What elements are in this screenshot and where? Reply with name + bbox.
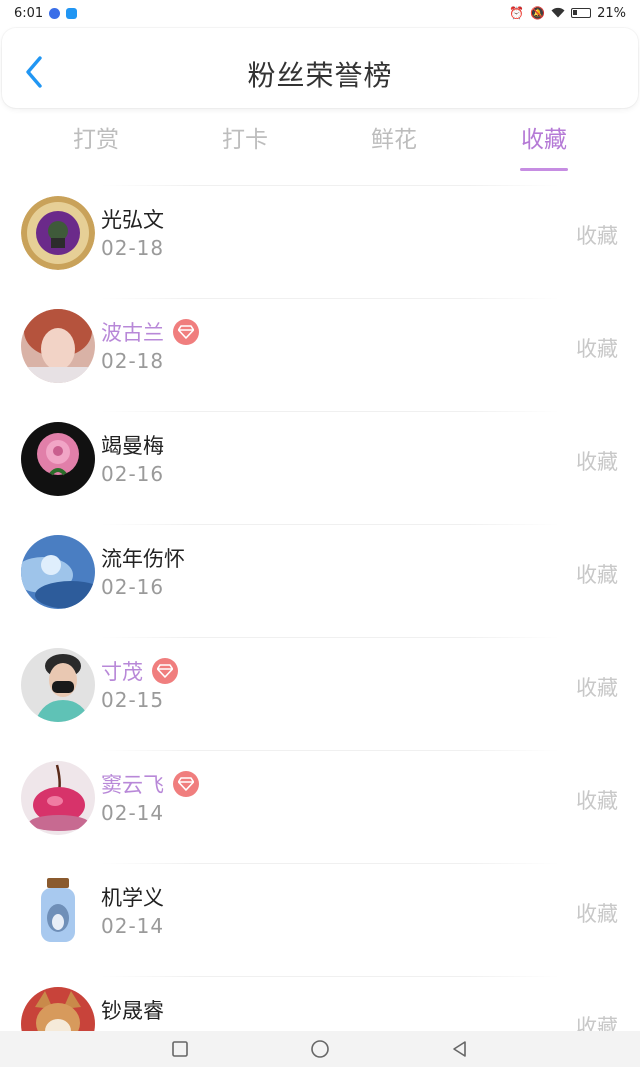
avatar[interactable] [21,874,95,948]
divider [100,750,560,751]
name-line: 寸茂 [101,656,178,686]
fan-list: 光弘文 02-18 收藏 波古兰 02-18 收藏 竭曼梅 02-16 收藏 流… [0,180,640,1067]
avatar[interactable] [21,309,95,383]
list-item[interactable]: 机学义 02-14 收藏 [0,858,640,971]
divider [100,637,560,638]
page-title: 粉丝荣誉榜 [247,59,393,92]
name-line: 光弘文 [101,204,164,234]
tab-checkin[interactable]: 打卡 [205,120,285,154]
name-line: 波古兰 [101,317,199,347]
status-bar: 6:01 ⏰ 🔕 21% [0,0,640,26]
alarm-icon: ⏰ [509,6,525,20]
list-item[interactable]: 竭曼梅 02-16 收藏 [0,406,640,519]
favorite-action[interactable]: 收藏 [576,333,618,363]
home-icon[interactable] [309,1038,331,1060]
fan-date: 02-14 [101,914,165,938]
divider [100,524,560,525]
divider [100,976,560,977]
divider [100,411,560,412]
name-line: 钞晟睿 [101,995,164,1025]
status-right: ⏰ 🔕 21% [509,6,626,21]
list-item[interactable]: 光弘文 02-18 收藏 [0,180,640,293]
mute-icon: 🔕 [530,6,546,20]
app-notification-icon [49,7,61,19]
divider [100,298,560,299]
name-line: 流年伤怀 [101,543,185,573]
list-item[interactable]: 窦云飞 02-14 收藏 [0,745,640,858]
fan-name: 钞晟睿 [101,999,164,1023]
fan-date: 02-18 [101,349,165,373]
fan-date: 02-16 [101,575,165,599]
favorite-action[interactable]: 收藏 [576,559,618,589]
fan-name: 窦云飞 [101,773,164,797]
list-item[interactable]: 寸茂 02-15 收藏 [0,632,640,745]
battery-level: 21% [597,5,626,21]
tab-favorites-label: 收藏 [521,127,567,153]
navigation-bar [0,1031,640,1067]
favorite-action[interactable]: 收藏 [576,220,618,250]
list-item[interactable]: 流年伤怀 02-16 收藏 [0,519,640,632]
cloud-icon [66,7,78,19]
tab-favorites[interactable]: 收藏 [504,120,584,171]
divider [100,185,560,186]
list-item[interactable]: 波古兰 02-18 收藏 [0,293,640,406]
status-left: 6:01 [14,5,78,21]
recent-apps-icon[interactable] [169,1038,191,1060]
favorite-action[interactable]: 收藏 [576,785,618,815]
name-line: 窦云飞 [101,769,199,799]
diamond-vip-icon [152,658,178,684]
tab-reward[interactable]: 打赏 [56,120,136,154]
name-line: 竭曼梅 [101,430,164,460]
fan-name: 光弘文 [101,208,164,232]
fan-date: 02-15 [101,688,165,712]
screen: 6:01 ⏰ 🔕 21% 粉丝荣誉榜 打赏 打卡 鲜花 收藏 光弘文 02-18… [0,0,640,1067]
fan-name: 机学义 [101,886,164,910]
tab-flowers[interactable]: 鲜花 [354,120,434,154]
active-tab-indicator [520,168,568,171]
fan-name: 波古兰 [101,321,164,345]
avatar[interactable] [21,761,95,835]
fan-name: 竭曼梅 [101,434,164,458]
avatar[interactable] [21,196,95,270]
diamond-vip-icon [173,771,199,797]
fan-name: 寸茂 [101,660,143,684]
header: 粉丝荣誉榜 [2,28,638,108]
avatar[interactable] [21,535,95,609]
favorite-action[interactable]: 收藏 [576,446,618,476]
fan-name: 流年伤怀 [101,547,185,571]
battery-icon [571,8,592,18]
wifi-icon [551,7,565,20]
tab-reward-label: 打赏 [73,127,119,153]
name-line: 机学义 [101,882,164,912]
favorite-action[interactable]: 收藏 [576,898,618,928]
tab-flowers-label: 鲜花 [371,127,417,153]
divider [100,863,560,864]
tab-checkin-label: 打卡 [222,127,268,153]
fan-date: 02-18 [101,236,165,260]
status-time: 6:01 [14,5,44,21]
tab-bar: 打赏 打卡 鲜花 收藏 [0,112,640,171]
favorite-action[interactable]: 收藏 [576,672,618,702]
avatar[interactable] [21,422,95,496]
avatar[interactable] [21,648,95,722]
fan-date: 02-14 [101,801,165,825]
back-icon[interactable] [449,1038,471,1060]
fan-date: 02-16 [101,462,165,486]
diamond-vip-icon [173,319,199,345]
